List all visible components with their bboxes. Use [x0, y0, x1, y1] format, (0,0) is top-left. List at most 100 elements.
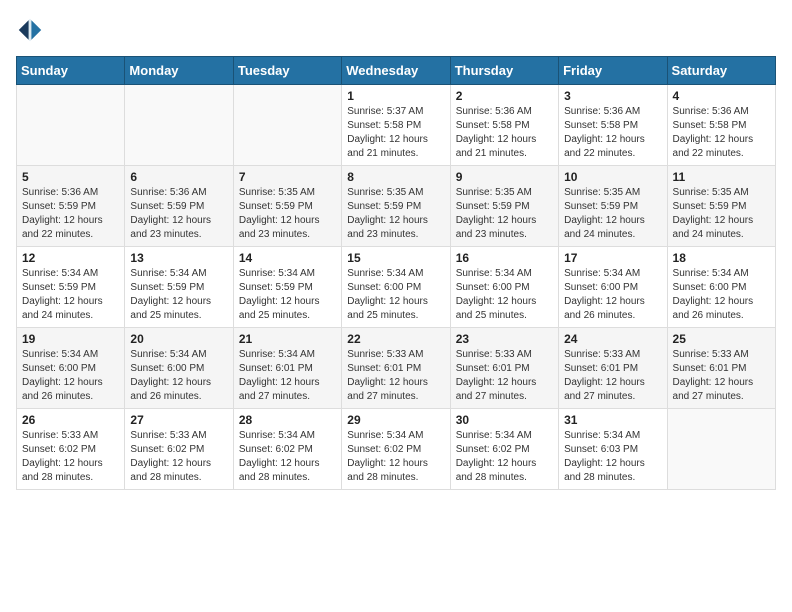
- day-info: Sunrise: 5:36 AM Sunset: 5:58 PM Dayligh…: [456, 105, 553, 161]
- calendar-day-cell: 15 Sunrise: 5:34 AM Sunset: 6:00 PM Dayli…: [342, 247, 450, 328]
- day-number: 23: [456, 332, 553, 346]
- weekday-header-tuesday: Tuesday: [233, 57, 341, 85]
- calendar-day-cell: 19 Sunrise: 5:34 AM Sunset: 6:00 PM Dayli…: [17, 328, 125, 409]
- calendar-day-cell: 11 Sunrise: 5:35 AM Sunset: 5:59 PM Dayli…: [667, 166, 775, 247]
- day-number: 17: [564, 251, 661, 265]
- calendar-day-cell: 25Sunrise: 5:33 AM Sunset: 6:01 PM Dayli…: [667, 328, 775, 409]
- calendar-day-cell: 20 Sunrise: 5:34 AM Sunset: 6:00 PM Dayli…: [125, 328, 233, 409]
- day-info: Sunrise: 5:33 AM Sunset: 6:02 PM Dayligh…: [22, 429, 119, 485]
- calendar-week-row: 5 Sunrise: 5:36 AM Sunset: 5:59 PM Daylig…: [17, 166, 776, 247]
- day-info: Sunrise: 5:36 AM Sunset: 5:58 PM Dayligh…: [564, 105, 661, 161]
- day-number: 31: [564, 413, 661, 427]
- weekday-header-friday: Friday: [559, 57, 667, 85]
- calendar-day-cell: 28 Sunrise: 5:34 AM Sunset: 6:02 PM Dayli…: [233, 409, 341, 490]
- calendar-day-cell: 23 Sunrise: 5:33 AM Sunset: 6:01 PM Dayli…: [450, 328, 558, 409]
- day-info: Sunrise: 5:35 AM Sunset: 5:59 PM Dayligh…: [456, 186, 553, 242]
- day-number: 11: [673, 170, 770, 184]
- calendar-day-cell: 10 Sunrise: 5:35 AM Sunset: 5:59 PM Dayli…: [559, 166, 667, 247]
- day-info: Sunrise: 5:34 AM Sunset: 6:00 PM Dayligh…: [347, 267, 444, 323]
- day-info: Sunrise: 5:34 AM Sunset: 5:59 PM Dayligh…: [130, 267, 227, 323]
- calendar-day-cell: 26Sunrise: 5:33 AM Sunset: 6:02 PM Dayli…: [17, 409, 125, 490]
- calendar-day-cell: 7Sunrise: 5:35 AM Sunset: 5:59 PM Daylig…: [233, 166, 341, 247]
- calendar-week-row: 1 Sunrise: 5:37 AM Sunset: 5:58 PM Daylig…: [17, 85, 776, 166]
- day-info: Sunrise: 5:35 AM Sunset: 5:59 PM Dayligh…: [564, 186, 661, 242]
- day-info: Sunrise: 5:34 AM Sunset: 6:01 PM Dayligh…: [239, 348, 336, 404]
- day-number: 24: [564, 332, 661, 346]
- day-info: Sunrise: 5:33 AM Sunset: 6:01 PM Dayligh…: [456, 348, 553, 404]
- day-number: 13: [130, 251, 227, 265]
- page-header: [16, 16, 776, 44]
- calendar-day-cell: 16Sunrise: 5:34 AM Sunset: 6:00 PM Dayli…: [450, 247, 558, 328]
- calendar-day-cell: 9 Sunrise: 5:35 AM Sunset: 5:59 PM Daylig…: [450, 166, 558, 247]
- day-info: Sunrise: 5:33 AM Sunset: 6:01 PM Dayligh…: [564, 348, 661, 404]
- calendar-day-cell: 30 Sunrise: 5:34 AM Sunset: 6:02 PM Dayli…: [450, 409, 558, 490]
- calendar-week-row: 12 Sunrise: 5:34 AM Sunset: 5:59 PM Dayli…: [17, 247, 776, 328]
- day-info: Sunrise: 5:37 AM Sunset: 5:58 PM Dayligh…: [347, 105, 444, 161]
- day-number: 3: [564, 89, 661, 103]
- weekday-header-thursday: Thursday: [450, 57, 558, 85]
- calendar-day-cell: 1 Sunrise: 5:37 AM Sunset: 5:58 PM Daylig…: [342, 85, 450, 166]
- day-info: Sunrise: 5:36 AM Sunset: 5:58 PM Dayligh…: [673, 105, 770, 161]
- calendar-day-cell: 17 Sunrise: 5:34 AM Sunset: 6:00 PM Dayli…: [559, 247, 667, 328]
- day-info: Sunrise: 5:36 AM Sunset: 5:59 PM Dayligh…: [130, 186, 227, 242]
- calendar-day-cell: 13 Sunrise: 5:34 AM Sunset: 5:59 PM Dayli…: [125, 247, 233, 328]
- day-number: 15: [347, 251, 444, 265]
- day-number: 19: [22, 332, 119, 346]
- day-info: Sunrise: 5:34 AM Sunset: 6:02 PM Dayligh…: [347, 429, 444, 485]
- day-info: Sunrise: 5:34 AM Sunset: 6:00 PM Dayligh…: [456, 267, 553, 323]
- weekday-header-sunday: Sunday: [17, 57, 125, 85]
- calendar-day-cell: [233, 85, 341, 166]
- calendar-day-cell: 8Sunrise: 5:35 AM Sunset: 5:59 PM Daylig…: [342, 166, 450, 247]
- weekday-header-monday: Monday: [125, 57, 233, 85]
- day-info: Sunrise: 5:34 AM Sunset: 6:02 PM Dayligh…: [239, 429, 336, 485]
- day-info: Sunrise: 5:34 AM Sunset: 6:03 PM Dayligh…: [564, 429, 661, 485]
- day-number: 30: [456, 413, 553, 427]
- day-number: 22: [347, 332, 444, 346]
- calendar-week-row: 26Sunrise: 5:33 AM Sunset: 6:02 PM Dayli…: [17, 409, 776, 490]
- day-info: Sunrise: 5:33 AM Sunset: 6:02 PM Dayligh…: [130, 429, 227, 485]
- calendar-day-cell: 21Sunrise: 5:34 AM Sunset: 6:01 PM Dayli…: [233, 328, 341, 409]
- calendar-day-cell: 14 Sunrise: 5:34 AM Sunset: 5:59 PM Dayli…: [233, 247, 341, 328]
- calendar-week-row: 19 Sunrise: 5:34 AM Sunset: 6:00 PM Dayli…: [17, 328, 776, 409]
- calendar-day-cell: 12 Sunrise: 5:34 AM Sunset: 5:59 PM Dayli…: [17, 247, 125, 328]
- day-number: 25: [673, 332, 770, 346]
- weekday-header-wednesday: Wednesday: [342, 57, 450, 85]
- calendar-day-cell: [667, 409, 775, 490]
- day-info: Sunrise: 5:35 AM Sunset: 5:59 PM Dayligh…: [239, 186, 336, 242]
- day-number: 14: [239, 251, 336, 265]
- calendar-day-cell: [17, 85, 125, 166]
- calendar-day-cell: 4 Sunrise: 5:36 AM Sunset: 5:58 PM Daylig…: [667, 85, 775, 166]
- day-number: 12: [22, 251, 119, 265]
- day-number: 4: [673, 89, 770, 103]
- calendar-table: SundayMondayTuesdayWednesdayThursdayFrid…: [16, 56, 776, 490]
- day-info: Sunrise: 5:34 AM Sunset: 5:59 PM Dayligh…: [239, 267, 336, 323]
- calendar-day-cell: 2 Sunrise: 5:36 AM Sunset: 5:58 PM Daylig…: [450, 85, 558, 166]
- day-number: 5: [22, 170, 119, 184]
- day-info: Sunrise: 5:34 AM Sunset: 6:00 PM Dayligh…: [564, 267, 661, 323]
- calendar-day-cell: 24 Sunrise: 5:33 AM Sunset: 6:01 PM Dayli…: [559, 328, 667, 409]
- day-number: 9: [456, 170, 553, 184]
- calendar-day-cell: 5 Sunrise: 5:36 AM Sunset: 5:59 PM Daylig…: [17, 166, 125, 247]
- day-info: Sunrise: 5:36 AM Sunset: 5:59 PM Dayligh…: [22, 186, 119, 242]
- day-number: 29: [347, 413, 444, 427]
- day-info: Sunrise: 5:34 AM Sunset: 6:02 PM Dayligh…: [456, 429, 553, 485]
- day-number: 20: [130, 332, 227, 346]
- day-info: Sunrise: 5:34 AM Sunset: 6:00 PM Dayligh…: [22, 348, 119, 404]
- day-number: 10: [564, 170, 661, 184]
- weekday-header-row: SundayMondayTuesdayWednesdayThursdayFrid…: [17, 57, 776, 85]
- day-number: 18: [673, 251, 770, 265]
- day-number: 2: [456, 89, 553, 103]
- calendar-day-cell: 18 Sunrise: 5:34 AM Sunset: 6:00 PM Dayli…: [667, 247, 775, 328]
- day-info: Sunrise: 5:34 AM Sunset: 6:00 PM Dayligh…: [673, 267, 770, 323]
- day-number: 1: [347, 89, 444, 103]
- calendar-day-cell: [125, 85, 233, 166]
- calendar-day-cell: 29 Sunrise: 5:34 AM Sunset: 6:02 PM Dayli…: [342, 409, 450, 490]
- calendar-day-cell: 22Sunrise: 5:33 AM Sunset: 6:01 PM Dayli…: [342, 328, 450, 409]
- calendar-day-cell: 27 Sunrise: 5:33 AM Sunset: 6:02 PM Dayli…: [125, 409, 233, 490]
- day-number: 27: [130, 413, 227, 427]
- day-info: Sunrise: 5:35 AM Sunset: 5:59 PM Dayligh…: [673, 186, 770, 242]
- calendar-day-cell: 3 Sunrise: 5:36 AM Sunset: 5:58 PM Daylig…: [559, 85, 667, 166]
- day-number: 28: [239, 413, 336, 427]
- day-info: Sunrise: 5:34 AM Sunset: 6:00 PM Dayligh…: [130, 348, 227, 404]
- day-info: Sunrise: 5:34 AM Sunset: 5:59 PM Dayligh…: [22, 267, 119, 323]
